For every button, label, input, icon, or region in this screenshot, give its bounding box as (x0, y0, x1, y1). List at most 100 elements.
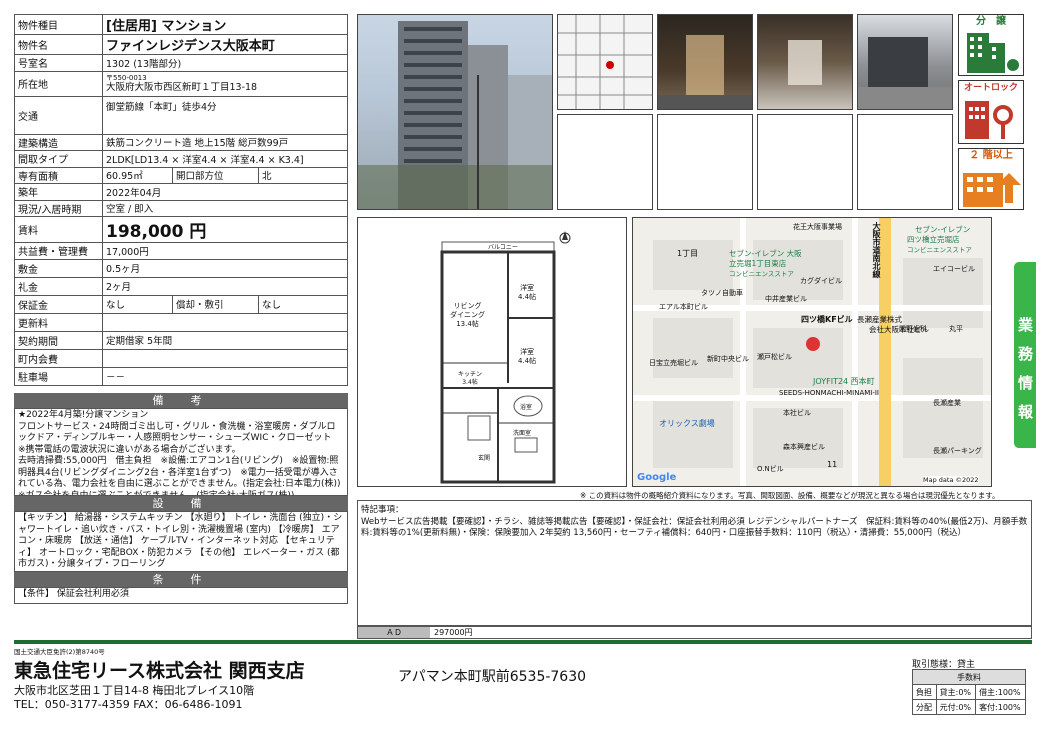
spec-value: [住居用] マンション (102, 14, 348, 35)
lobby-photo (757, 14, 853, 110)
badge-label: ２ 階以上 (969, 150, 1013, 161)
badge-label: 分 譲 (976, 16, 1006, 27)
fee-label: 分配 (912, 699, 937, 715)
spec-value: 2022年04月 (102, 183, 348, 201)
ad-label: ＡＤ (358, 627, 430, 638)
spec-row-layout: 間取タイプ 2LDK[LD13.4 × 洋室4.4 × 洋室4.4 × K3.4] (14, 150, 348, 168)
fee-row: 負担 貸主:0% 借主:100% (912, 684, 1026, 700)
spec-row-renewal: 更新料 (14, 312, 348, 332)
map-label: 長瀬パーキング (933, 447, 982, 455)
spec-label: 号室名 (14, 54, 103, 72)
empty-photo-slot (657, 114, 753, 210)
spec-row-structure: 建築構造 鉄筋コンクリート造 地上15階 総戸数99戸 (14, 133, 348, 151)
spec-row-status: 現況/入居時期 空室 / 即入 (14, 199, 348, 217)
spec-row-parking: 駐車場 －－ (14, 366, 348, 386)
fee-value: 元付:0% (935, 699, 977, 715)
spec-row-contract: 契約期間 定期借家 5年間 (14, 330, 348, 350)
autolock-icon (965, 101, 1013, 139)
entrance-label: 玄関 (478, 455, 491, 462)
spec-label: 交通 (14, 95, 103, 135)
spec-value: 鉄筋コンクリート造 地上15階 総戸数99戸 (102, 133, 348, 151)
company-tel: TEL：050-3177-4359 FAX：06-6486-1091 (14, 698, 243, 711)
spec-value: 60.95㎡ (102, 166, 173, 184)
spec-value: なし (102, 294, 173, 314)
ad-value: 297000円 (434, 628, 473, 637)
map-label: 本社ビル (783, 409, 811, 417)
badge-label: オートロック (963, 83, 1018, 93)
spec-value: 2ヶ月 (102, 276, 348, 296)
area-map-illustration (558, 15, 652, 109)
map-label: 丸平 (949, 325, 963, 333)
fee-row: 分配 元付:0% 客付:100% (912, 699, 1026, 715)
map-label: コンビニエンスストア (907, 246, 972, 254)
map-label: オリックス劇場 (659, 419, 715, 428)
map-label: JOYFIT24 西本町 (813, 377, 875, 386)
special-notes-box: 特記事項： Webサービス広告掲載【要確認】・チラシ、雑誌等掲載広告【要確認】・… (357, 500, 1032, 626)
conditions-header: 条 件 (14, 572, 348, 587)
equipment-body: 【キッチン】 給湯器・システムキッチン 【水廻り】 トイレ・洗面台 (独立)・シ… (14, 511, 348, 572)
spec-value: 北 (258, 166, 348, 184)
map-label: 四ツ橋KFビル (801, 315, 853, 324)
spec-row-rent: 賃料 198,000 円 (14, 216, 348, 243)
map-label: 大阪市道南北線 (872, 222, 881, 278)
map-label: 花王大阪事業場 (793, 223, 842, 231)
badge-condominium: 分 譲 (958, 14, 1024, 76)
map-label: SEEDS-HONMACHI-MINAMI-II (779, 389, 879, 397)
spec-label: 償却・敷引 (172, 294, 259, 314)
bath-label: 浴室 (520, 404, 533, 411)
equipment-header: 設 備 (14, 496, 348, 511)
property-name: ファインレジデンス大阪本町 (102, 34, 348, 55)
badge-autolock: オートロック (958, 80, 1024, 144)
map-label: 11 (827, 460, 838, 469)
room1-label: 洋室 4.4帖 (518, 284, 537, 301)
spec-row-type: 物件種目 [住居用] マンション (14, 14, 348, 35)
map-label: 新町中央ビル (707, 355, 749, 363)
spec-row-address: 所在地 〒550-0013 大阪府大阪市西区新町１丁目13-18 (14, 70, 348, 97)
spec-row-deposit: 敷金 0.5ヶ月 (14, 258, 348, 278)
upper-floor-icon (963, 173, 1021, 207)
area-map-photo (557, 14, 653, 110)
spec-label: 所在地 (14, 70, 103, 97)
store-info: アパマン本町駅前6535-7630 (398, 669, 587, 685)
special-notes-title: 特記事項： (361, 505, 404, 515)
map-attribution: Map data ©2022 (923, 476, 979, 484)
spec-label: 駐車場 (14, 366, 103, 386)
building-exterior-photo (357, 14, 553, 210)
entrance-photo (657, 14, 753, 110)
spec-value: 定期借家 5年間 (102, 330, 348, 350)
remarks-body: ★2022年4月築!分譲マンション フロントサービス・24時間ゴミ出し可・グリル… (14, 408, 348, 496)
fee-table: 手数料 負担 貸主:0% 借主:100% 分配 元付:0% 客付:100% (912, 669, 1026, 715)
spec-value (102, 312, 348, 332)
spec-label: 賃料 (14, 216, 103, 243)
spec-label: 現況/入居時期 (14, 199, 103, 217)
spec-value: 空室 / 即入 (102, 199, 348, 217)
special-notes-text: Webサービス広告掲載【要確認】・チラシ、雑誌等掲載広告【要確認】・保証会社：保… (361, 517, 1028, 538)
spec-value: なし (258, 294, 348, 314)
business-info-tab[interactable]: 業務情報 (1014, 262, 1036, 448)
map-label: タツノ自動車 (701, 289, 743, 297)
spec-label: 共益費・管理費 (14, 242, 103, 260)
spec-row-guarantee: 保証金 なし 償却・敷引 なし (14, 294, 348, 314)
living-label: リビング ダイニング 13.4帖 (450, 302, 485, 328)
spec-label: 物件名 (14, 34, 103, 55)
empty-photo-slot (857, 114, 953, 210)
condominium-icon (967, 33, 1019, 73)
empty-photo-slot (557, 114, 653, 210)
spec-value: 17,000円 (102, 242, 348, 260)
spec-label: 開口部方位 (172, 166, 259, 184)
address-value: 大阪府大阪市西区新町１丁目13-18 (106, 81, 258, 93)
spec-label: 専有面積 (14, 166, 103, 184)
spec-row-community: 町内会費 (14, 348, 348, 368)
spec-value: 0.5ヶ月 (102, 258, 348, 278)
map-label: O.Nビル (757, 465, 784, 473)
floorplan: バルコニー リビング ダイニング 13.4帖 洋室 4.4帖 洋室 4.4帖 キ… (357, 217, 627, 487)
map-label: 中井産業ビル (765, 295, 807, 303)
fee-value: 貸主:0% (935, 684, 977, 700)
spec-label: 更新料 (14, 312, 103, 332)
spec-label: 間取タイプ (14, 150, 103, 168)
street-illustration (858, 37, 952, 109)
spec-row-fee: 共益費・管理費 17,000円 (14, 242, 348, 260)
spec-row-area: 専有面積 60.95㎡ 開口部方位北 (14, 166, 348, 184)
map-label: 関野歯科 (899, 325, 927, 333)
location-map[interactable]: 花王大阪事業場 セブン-イレブン 大阪 立売堀1丁目東店 コンビニエンスストア … (632, 217, 992, 487)
